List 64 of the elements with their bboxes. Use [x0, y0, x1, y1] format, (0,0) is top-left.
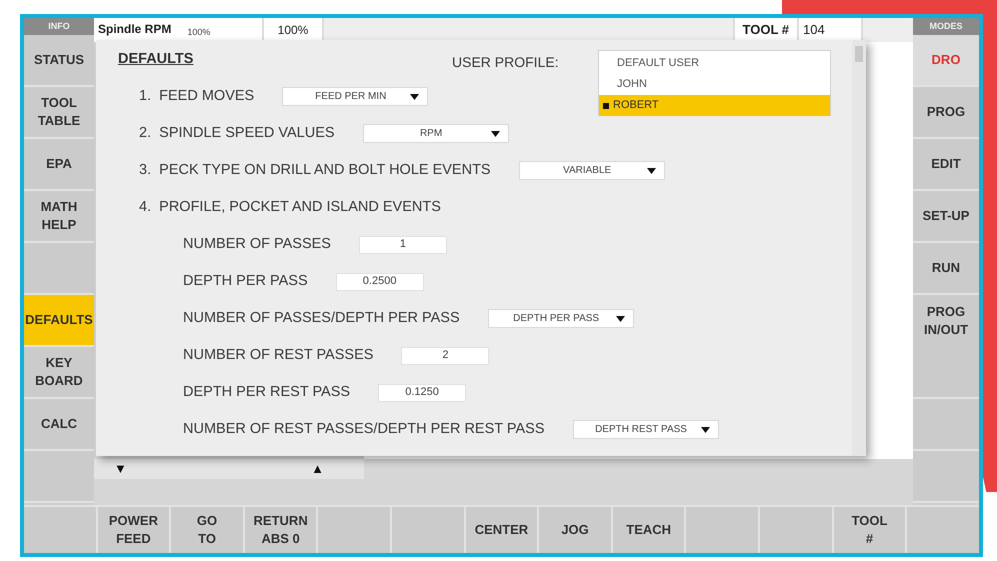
input-field[interactable]: 0.1250	[378, 384, 466, 402]
caret-icon	[700, 426, 710, 432]
blank-key	[913, 399, 979, 451]
spindle-label: Spindle RPM	[98, 21, 172, 38]
dropdown[interactable]: RPM	[362, 124, 509, 143]
dropdown[interactable]: DEPTH PER PASS	[488, 309, 634, 328]
setting-label: 2. SPINDLE SPEED VALUES	[139, 124, 335, 143]
function-key[interactable]: POWER FEED	[98, 507, 170, 553]
function-key[interactable]: TOOL #	[834, 507, 906, 553]
setting-label: DEPTH PER PASS	[183, 272, 308, 291]
menu-key[interactable]: SET-UP	[913, 191, 979, 243]
function-key[interactable]: JOG	[539, 507, 611, 553]
spindle-value: 100%	[187, 26, 210, 39]
menu-key[interactable]: RUN	[913, 243, 979, 295]
setting-label: 1. FEED MOVES	[139, 86, 254, 106]
profile-item[interactable]: JOHN	[599, 74, 830, 95]
menu-key[interactable]: STATUS	[24, 35, 94, 87]
panel-label: INFO	[48, 20, 70, 33]
function-key[interactable]: GO TO	[171, 507, 243, 553]
menu-key[interactable]: EDIT	[913, 139, 979, 191]
jog-up-button[interactable]: ▲	[311, 459, 324, 479]
scrollbar[interactable]	[852, 40, 866, 456]
profile-label: USER PROFILE:	[452, 53, 559, 72]
caret-icon	[646, 168, 656, 174]
menu-key[interactable]: KEY BOARD	[24, 347, 94, 399]
function-key[interactable]: TEACH	[612, 507, 684, 553]
menu-key[interactable]: TOOL TABLE	[24, 87, 94, 139]
menu-key[interactable]: EPA	[24, 139, 94, 191]
setting-label: NUMBER OF REST PASSES/DEPTH PER REST PASS	[183, 420, 545, 439]
dialog-title: DEFAULTS	[118, 50, 194, 70]
menu-key[interactable]: PROG	[913, 87, 979, 139]
setting-label: NUMBER OF PASSES	[183, 234, 331, 254]
setting-label: DEPTH PER REST PASS	[183, 382, 350, 402]
dropdown[interactable]: VARIABLE	[518, 161, 665, 180]
jog-down-button[interactable]: ▼	[114, 459, 127, 479]
blank-key	[760, 507, 832, 553]
tool-value: 104	[799, 18, 861, 42]
input-field[interactable]: 2	[401, 346, 490, 364]
function-key[interactable]: RETURN ABS 0	[244, 507, 316, 553]
dropdown[interactable]: FEED PER MIN	[282, 87, 428, 106]
setting-label: 4. PROFILE, POCKET AND ISLAND EVENTS	[139, 198, 441, 217]
profile-item[interactable]: ROBERT	[599, 95, 830, 116]
profile-item[interactable]: DEFAULT USER	[599, 53, 830, 74]
blank-key	[907, 507, 979, 553]
caret-icon	[490, 130, 500, 136]
setting-label: NUMBER OF REST PASSES	[183, 346, 374, 365]
menu-key[interactable]: CALC	[24, 399, 94, 451]
input-field[interactable]: 1	[358, 236, 447, 254]
menu-key[interactable]: MATH HELP	[24, 191, 94, 243]
override-value: 100%	[264, 18, 322, 42]
setting-label: NUMBER OF PASSES/DEPTH PER PASS	[183, 308, 460, 328]
blank-key	[24, 507, 96, 553]
blank-display	[863, 18, 913, 42]
function-key[interactable]: CENTER	[466, 507, 538, 553]
menu-key[interactable]: DEFAULTS	[24, 295, 94, 347]
menu-key[interactable]: PROG IN/OUT	[913, 295, 979, 399]
caret-icon	[616, 316, 625, 322]
blank-key	[392, 507, 464, 553]
input-field[interactable]: 0.2500	[336, 272, 424, 290]
dropdown[interactable]: DEPTH REST PASS	[572, 420, 719, 439]
panel-label: MODES	[929, 20, 962, 33]
tool-label: TOOL #	[734, 18, 797, 42]
caret-icon	[410, 94, 420, 100]
setting-label: 3. PECK TYPE ON DRILL AND BOLT HOLE EVENTS	[139, 160, 491, 180]
